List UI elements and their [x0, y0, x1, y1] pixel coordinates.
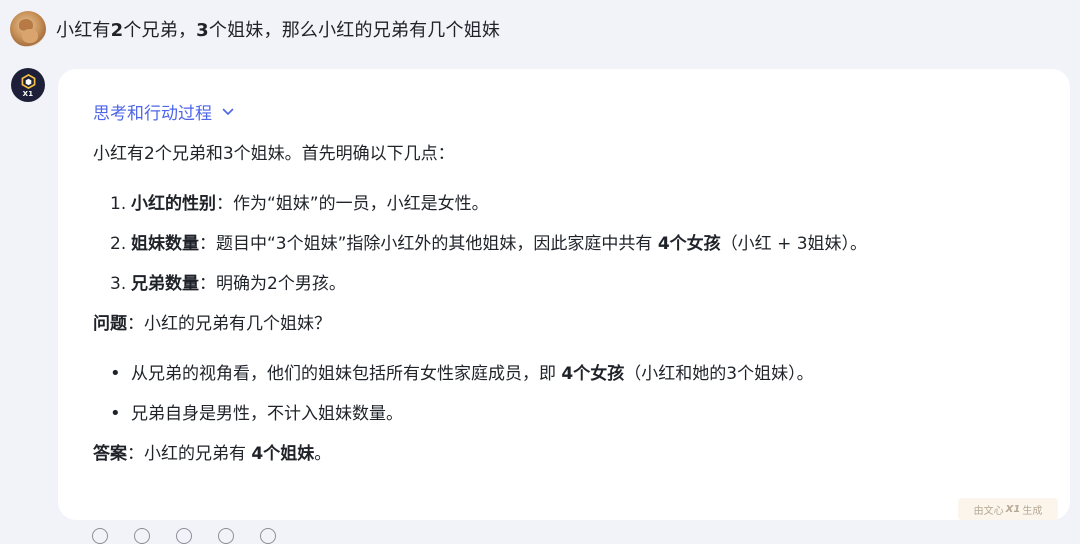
answer-end: 。 — [314, 444, 332, 464]
response-content: 小红有2个兄弟和3个姐妹。首先明确以下几点： 1. 小红的性别：作为“姐妹”的一… — [93, 142, 1036, 466]
generated-by-badge: 由文心 X1 生成 — [958, 498, 1058, 520]
list-item: • 从兄弟的视角看，他们的姐妹包括所有女性家庭成员，即 4个女孩（小红和她的3个… — [93, 362, 1036, 386]
point-text: ：明确为2个男孩。 — [199, 274, 346, 294]
list-item: 1. 小红的性别：作为“姐妹”的一员，小红是女性。 — [93, 192, 1036, 216]
user-message-row: 小红有2个兄弟，3个姐妹，那么小红的兄弟有几个姐妹 — [10, 10, 500, 48]
response-action-bar — [92, 528, 276, 544]
user-message: 小红有2个兄弟，3个姐妹，那么小红的兄弟有几个姐妹 — [56, 20, 501, 41]
bullet-text: 兄弟自身是男性，不计入姐妹数量。 — [131, 404, 403, 424]
point-text-end: （小红 + 3姐妹）。 — [720, 234, 868, 254]
bullet-dot: • — [110, 363, 121, 384]
badge-prefix: 由文心 — [973, 505, 1004, 517]
bot-avatar-tag: X1 — [22, 90, 34, 98]
thinking-process-toggle[interactable]: 思考和行动过程 — [93, 99, 234, 124]
thumbs-down-icon[interactable] — [260, 528, 276, 544]
list-number: 2. — [110, 234, 127, 254]
answer-text: ：小红的兄弟有 — [127, 444, 252, 464]
chevron-down-icon — [222, 108, 234, 115]
bullet-list: • 从兄弟的视角看，他们的姐妹包括所有女性家庭成员，即 4个女孩（小红和她的3个… — [93, 362, 1036, 426]
intro-paragraph: 小红有2个兄弟和3个姐妹。首先明确以下几点： — [93, 144, 455, 164]
thinking-process-label: 思考和行动过程 — [93, 104, 212, 124]
list-number: 3. — [110, 274, 127, 294]
answer-paragraph: 答案：小红的兄弟有 4个姐妹。 — [93, 442, 1036, 466]
regenerate-icon[interactable] — [92, 528, 108, 544]
point-emphasis: 4个女孩 — [657, 234, 721, 254]
question-text: ：小红的兄弟有几个姐妹？ — [127, 314, 331, 334]
point-title: 姐妹数量 — [131, 234, 199, 254]
copy-icon[interactable] — [134, 528, 150, 544]
question-label: 问题 — [93, 314, 127, 334]
cube-logo-icon — [21, 74, 35, 89]
point-text: ：题目中“3个姐妹”指除小红外的其他姐妹，因此家庭中共有 — [199, 234, 658, 254]
bullet-text-end: （小红和她的3个姐妹）。 — [624, 364, 814, 384]
bullet-dot: • — [110, 403, 121, 424]
list-number: 1. — [110, 194, 127, 214]
point-text: ：作为“姐妹”的一员，小红是女性。 — [216, 194, 489, 214]
bullet-emphasis: 4个女孩 — [561, 364, 625, 384]
list-item: 3. 兄弟数量：明确为2个男孩。 — [93, 272, 1036, 296]
thumbs-up-icon[interactable] — [218, 528, 234, 544]
user-avatar — [10, 11, 46, 47]
question-paragraph: 问题：小红的兄弟有几个姐妹？ — [93, 312, 1036, 336]
badge-suffix: 生成 — [1022, 505, 1043, 517]
list-item: 2. 姐妹数量：题目中“3个姐妹”指除小红外的其他姐妹，因此家庭中共有 4个女孩… — [93, 232, 1036, 256]
bot-avatar: X1 — [11, 68, 45, 102]
assistant-response-card: 思考和行动过程 小红有2个兄弟和3个姐妹。首先明确以下几点： 1. 小红的性别：… — [58, 69, 1070, 520]
numbered-list: 1. 小红的性别：作为“姐妹”的一员，小红是女性。 2. 姐妹数量：题目中“3个… — [93, 192, 1036, 296]
list-item: • 兄弟自身是男性，不计入姐妹数量。 — [93, 402, 1036, 426]
point-title: 小红的性别 — [131, 194, 216, 214]
bullet-text: 从兄弟的视角看，他们的姐妹包括所有女性家庭成员，即 — [131, 364, 562, 384]
answer-emphasis: 4个姐妹 — [251, 444, 315, 464]
share-icon[interactable] — [176, 528, 192, 544]
answer-label: 答案 — [93, 444, 127, 464]
badge-brand: X1 — [1005, 503, 1021, 515]
point-title: 兄弟数量 — [131, 274, 199, 294]
